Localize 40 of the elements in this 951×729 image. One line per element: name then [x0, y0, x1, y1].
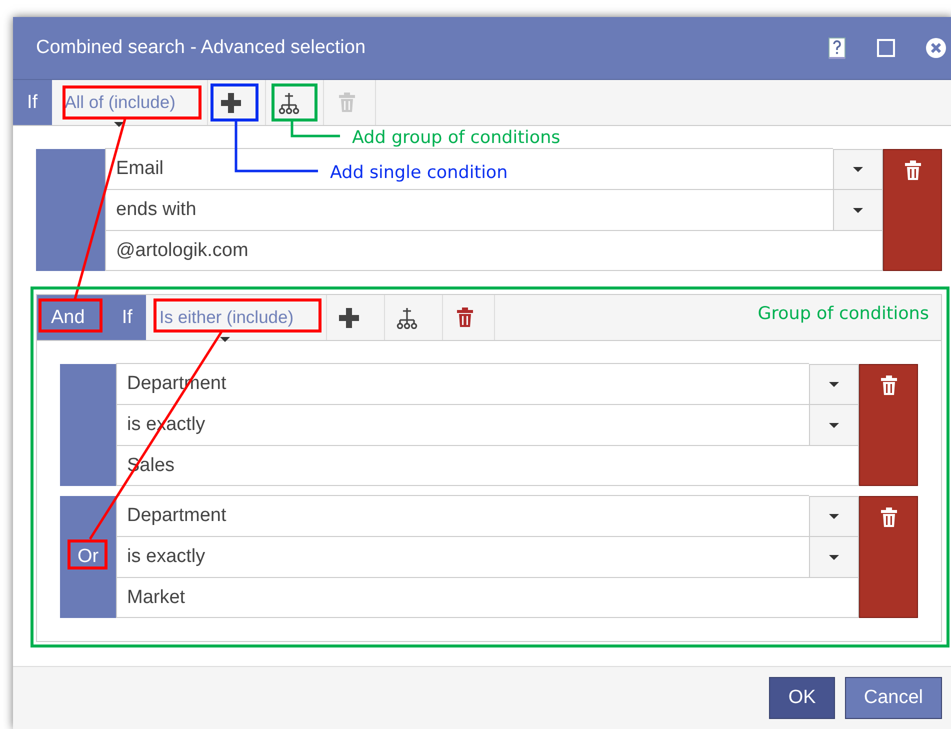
help-book-icon[interactable] — [827, 36, 847, 60]
trash-icon — [878, 375, 898, 396]
trash-icon — [336, 92, 357, 113]
callout-box — [210, 84, 258, 122]
caret-icon — [829, 422, 839, 428]
trash-icon — [902, 160, 922, 181]
callout-label: Add single condition — [330, 163, 508, 183]
delete-button[interactable] — [859, 496, 918, 618]
plus-icon — [338, 306, 360, 328]
trash-icon — [878, 507, 898, 528]
connector-label: And — [50, 306, 86, 328]
caret-icon — [829, 382, 839, 387]
caret-icon — [114, 122, 124, 127]
maximize-icon[interactable] — [877, 39, 895, 57]
hierarchy-icon — [278, 92, 300, 114]
mode-dropdown[interactable]: Is either (include) — [146, 295, 304, 340]
caret-icon — [829, 554, 839, 560]
cancel-button[interactable]: Cancel — [844, 677, 942, 719]
connector-label: Or — [77, 546, 99, 568]
delete-button[interactable] — [883, 149, 942, 271]
if-label: If — [26, 92, 39, 114]
callout-label: Add group of conditions — [352, 128, 560, 148]
if-label: If — [120, 306, 134, 328]
field-select[interactable]: Department — [116, 495, 809, 537]
delete-button[interactable] — [859, 364, 918, 486]
caret-icon — [829, 514, 839, 519]
plus-icon — [220, 92, 242, 114]
hierarchy-icon — [396, 306, 418, 328]
caret-icon — [853, 208, 863, 212]
close-icon[interactable] — [925, 37, 947, 59]
caret-icon — [853, 167, 863, 172]
window-title: Combined search - Advanced selection — [36, 37, 367, 59]
ok-button[interactable]: OK — [769, 677, 835, 719]
callout-box — [272, 84, 318, 122]
trash-icon — [455, 307, 476, 328]
value-field[interactable]: @artologik.com — [105, 230, 883, 271]
mode-dropdown[interactable]: All of (include) — [52, 80, 186, 125]
callout-label: Group of conditions — [758, 304, 929, 324]
value-field[interactable]: Market — [116, 577, 859, 618]
caret-icon — [220, 337, 230, 342]
